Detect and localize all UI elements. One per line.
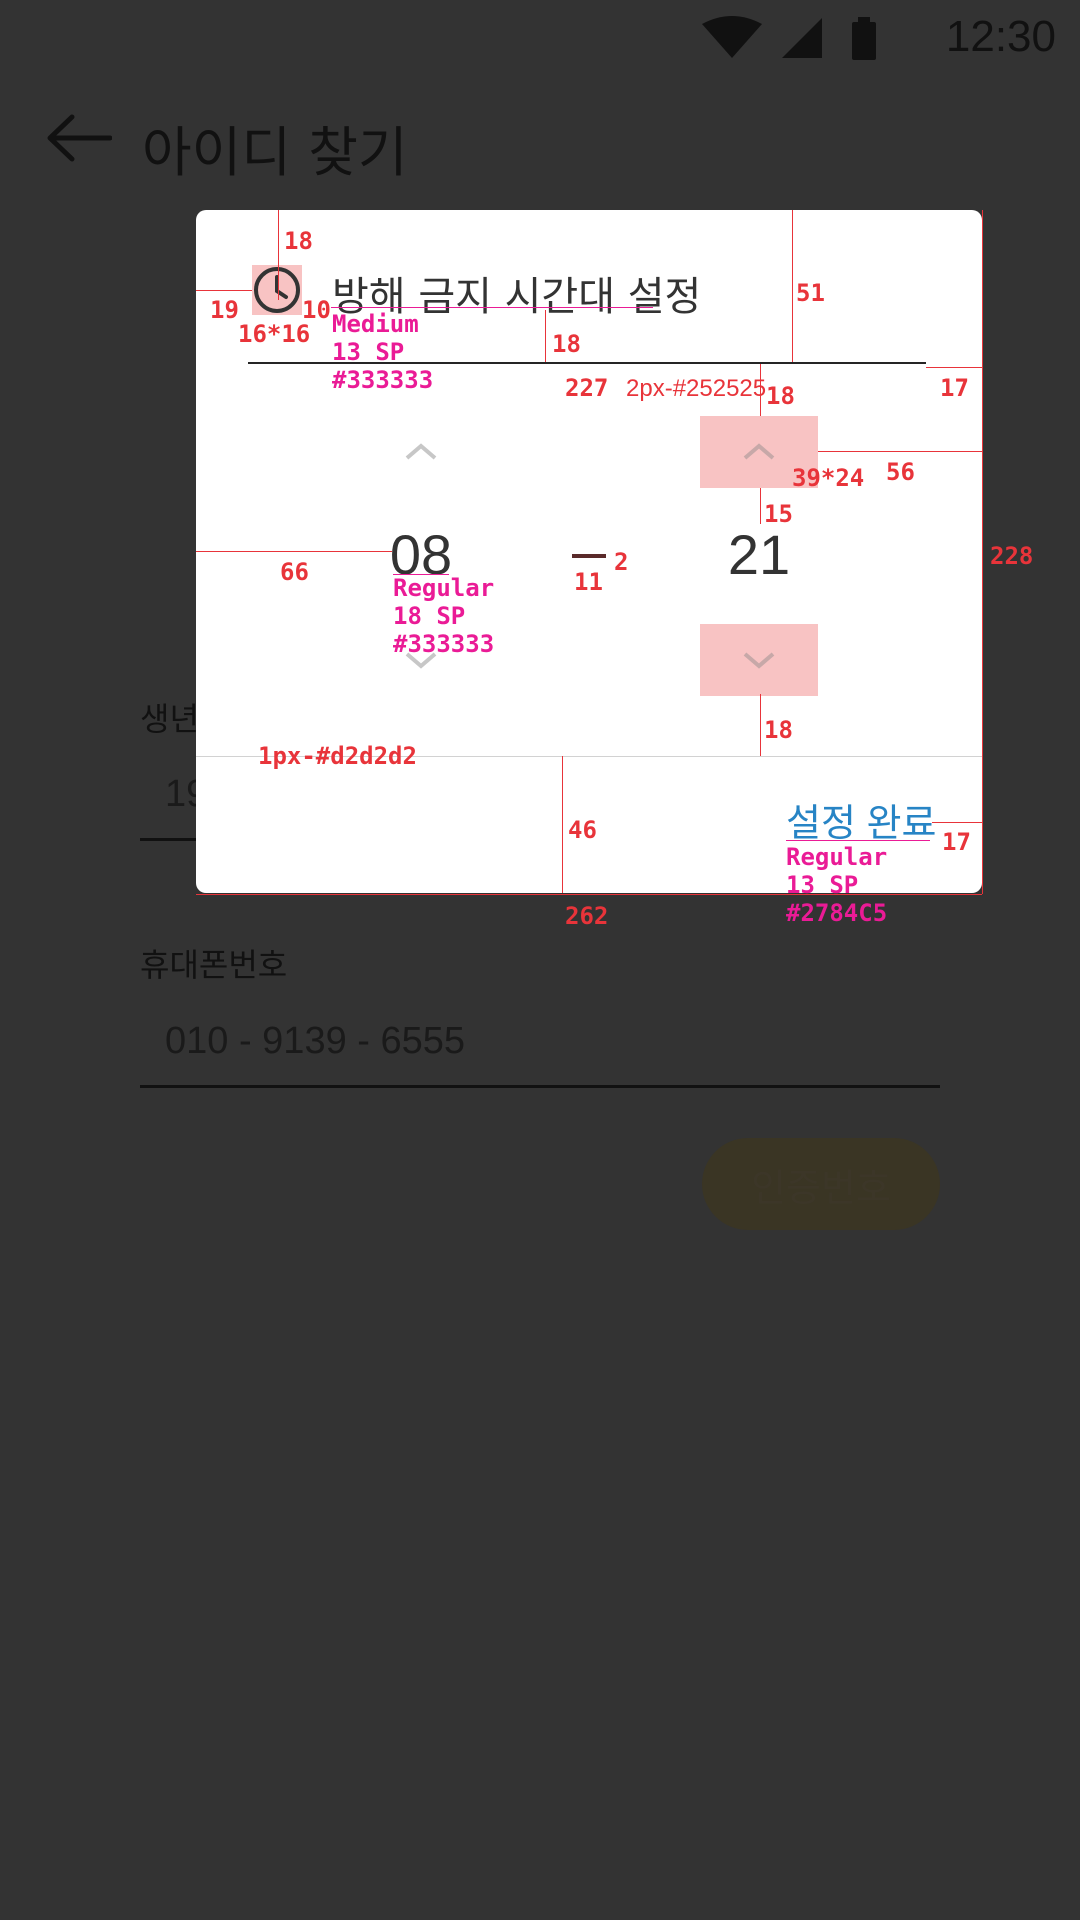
spacing-annotation: 15 [764, 500, 793, 528]
guide-line [562, 756, 563, 893]
guide-line [545, 310, 546, 362]
status-bar: 12:30 [0, 0, 1080, 72]
minute-down-button[interactable] [700, 624, 818, 696]
status-indicator-icons [702, 16, 876, 60]
hour-up-button[interactable] [362, 416, 480, 488]
dialog-header: 방해 금지 시간대 설정 [196, 210, 982, 364]
width-annotation: 262 [565, 902, 609, 930]
height-annotation: 2 [614, 548, 629, 576]
wifi-icon [702, 16, 762, 58]
height-annotation: 46 [568, 816, 597, 844]
stroke-annotation: 2px-#252525 [626, 375, 767, 402]
guide-line [760, 694, 761, 756]
guide-line [926, 367, 982, 368]
phone-label: 휴대폰번호 [140, 946, 288, 984]
spacing-annotation: 17 [940, 374, 969, 402]
width-annotation: 227 [565, 374, 609, 402]
confirm-button[interactable]: 설정 완료 [786, 792, 936, 847]
guide-line [196, 290, 252, 291]
phone-input[interactable]: 010 - 9139 - 6555 [165, 1020, 465, 1063]
status-time: 12:30 [945, 12, 1056, 61]
clock-icon [252, 265, 302, 315]
font-spec-annotation: Regular 18 SP #333333 [393, 574, 495, 658]
spacing-annotation: 18 [284, 227, 313, 255]
size-annotation: 39*24 [792, 464, 865, 492]
verification-button[interactable]: 인증번호 [702, 1138, 940, 1230]
spacing-annotation: 18 [766, 382, 795, 410]
height-annotation: 228 [990, 542, 1034, 570]
signal-icon [782, 18, 822, 58]
guide-line [932, 822, 982, 823]
back-arrow-icon [47, 114, 113, 162]
guide-line [760, 488, 761, 524]
status-icons [700, 14, 910, 68]
guide-line [818, 451, 982, 452]
guide-line [278, 210, 279, 300]
guide-line [196, 551, 392, 552]
spacing-annotation: 17 [942, 828, 971, 856]
guide-line [982, 210, 983, 894]
phone-underline [140, 1085, 940, 1088]
stroke-annotation: 1px-#d2d2d2 [258, 742, 417, 770]
birth-label: 생년 [140, 700, 199, 738]
spacing-annotation: 18 [764, 716, 793, 744]
battery-icon [852, 22, 876, 60]
back-button[interactable] [46, 113, 113, 167]
chevron-down-icon [743, 652, 775, 669]
chevron-up-icon [405, 443, 437, 460]
guide-line [331, 307, 653, 308]
spacing-annotation: 66 [280, 558, 309, 586]
size-annotation: 16*16 [238, 320, 311, 348]
guide-line [786, 840, 930, 841]
minute-value[interactable]: 21 [700, 522, 818, 587]
chevron-up-icon [743, 443, 775, 460]
spacing-annotation: 56 [886, 458, 915, 486]
guide-line [792, 210, 793, 362]
spacing-annotation: 18 [552, 330, 581, 358]
font-spec-annotation: Regular 13 SP #2784C5 [786, 843, 888, 927]
time-separator [572, 554, 606, 558]
spacing-annotation: 19 [210, 296, 239, 324]
font-spec-annotation: Medium 13 SP #333333 [332, 310, 434, 394]
page-title: 아이디 찾기 [142, 121, 408, 184]
spacing-annotation: 51 [796, 279, 825, 307]
width-annotation: 11 [574, 568, 603, 596]
